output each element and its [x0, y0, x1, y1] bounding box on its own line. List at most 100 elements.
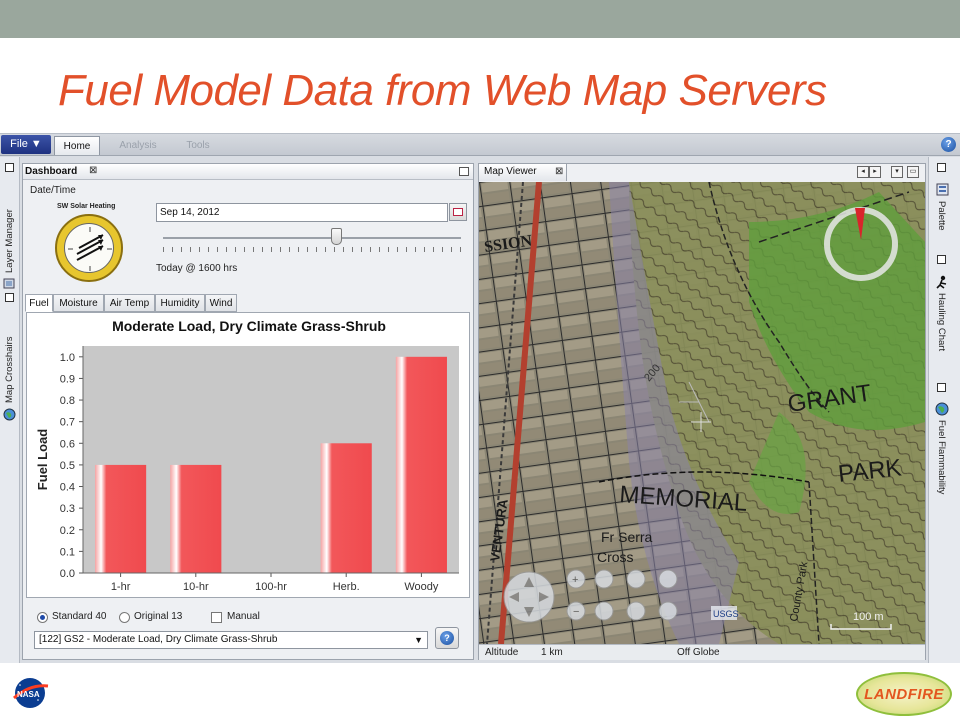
palette-icon	[936, 183, 949, 196]
landfire-logo: LANDFIRE	[856, 672, 952, 716]
slide-header-band	[0, 0, 960, 38]
fuel-model-select[interactable]: [122] GS2 - Moderate Load, Dry Climate G…	[34, 631, 428, 649]
tab-fuel[interactable]: Fuel	[25, 294, 53, 312]
fuel-load-chart: 0.0 0.1 0.2 0.3 0.4 0.5 0.6 0.7 0.8 0.9 1.0 Fuel Lo…	[35, 346, 459, 593]
minimize-icon[interactable]: ▭	[907, 166, 919, 178]
svg-text:+: +	[572, 574, 578, 586]
y-tick-label: 0.9	[60, 373, 75, 385]
y-axis-label: Fuel Load	[35, 429, 50, 490]
y-tick-label: 1.0	[60, 352, 75, 364]
bar-1hr	[95, 464, 147, 573]
globe-icon	[3, 408, 16, 421]
landfire-logo-text: LANDFIRE	[864, 686, 944, 703]
svg-text:−: −	[573, 606, 579, 618]
calendar-icon	[453, 208, 463, 216]
original-13-radio[interactable]	[119, 612, 130, 623]
bar-herb	[320, 443, 372, 573]
bar-woody	[395, 356, 447, 573]
original-13-label: Original 13	[134, 611, 183, 622]
layers-icon	[3, 278, 15, 289]
minimize-icon[interactable]	[459, 167, 469, 176]
manual-checkbox[interactable]	[211, 612, 222, 623]
tab-wind[interactable]: Wind	[205, 294, 237, 312]
map-viewer-tab[interactable]: Map Viewer ⊠	[479, 164, 567, 181]
next-icon[interactable]: ▸	[869, 166, 881, 178]
datetime-label: Date/Time	[30, 185, 76, 196]
left-sidebar: Layer Manager Map Crosshairs	[0, 157, 20, 663]
dashboard-close-icon[interactable]: ⊠	[89, 165, 97, 176]
y-tick-label: 0.2	[60, 525, 75, 537]
map-label-fr-serra: Fr Serra	[601, 529, 653, 545]
x-tick-label: 100-hr	[255, 581, 287, 593]
map-viewer-title: Map Viewer	[484, 166, 537, 177]
tab-moisture[interactable]: Moisture	[53, 294, 104, 312]
topo-map-image: SSION VENTURA GRANT PARK MEMORIAL Fr Ser…	[479, 182, 925, 644]
bar-10hr	[170, 464, 222, 573]
usgs-label: USGS	[713, 609, 739, 619]
globe-status: Off Globe	[677, 647, 720, 658]
prev-icon[interactable]: ◂	[857, 166, 869, 178]
solar-heating-label: SW Solar Heating	[57, 203, 116, 210]
help-icon[interactable]: ?	[941, 137, 956, 152]
y-tick-label: 0.1	[60, 546, 75, 558]
sidebar-item-layer-manager[interactable]: Layer Manager	[4, 209, 15, 273]
map-canvas[interactable]: SSION VENTURA GRANT PARK MEMORIAL Fr Ser…	[479, 182, 925, 644]
chevron-down-icon: ▼	[414, 635, 423, 645]
tab-analysis[interactable]: Analysis	[112, 136, 164, 155]
app-window: File ▼ Home Analysis Tools ? Layer Manag…	[0, 133, 960, 663]
sidebar-item-fuel-flammability[interactable]: Fuel Flammability	[936, 420, 947, 494]
usgs-logo: USGS	[711, 606, 739, 620]
sidebar-item-map-crosshairs[interactable]: Map Crosshairs	[4, 336, 15, 403]
globe-icon	[935, 402, 949, 416]
restore-icon[interactable]	[937, 383, 946, 392]
x-tick-label: 1-hr	[111, 581, 131, 593]
standard-40-radio[interactable]	[37, 612, 48, 623]
restore-icon[interactable]	[5, 293, 14, 302]
map-viewer-close-icon[interactable]: ⊠	[555, 164, 563, 180]
nasa-logo: NASA	[13, 678, 49, 708]
menubar: File ▼ Home Analysis Tools ?	[0, 134, 960, 156]
restore-icon[interactable]	[937, 163, 946, 172]
y-tick-label: 0.3	[60, 503, 75, 515]
altitude-value: 1 km	[541, 647, 563, 658]
right-sidebar: Palette Hauling Chart Fuel Flammability	[928, 157, 960, 663]
time-slider-track[interactable]	[163, 237, 461, 239]
restore-icon[interactable]	[5, 163, 14, 172]
time-slider-thumb[interactable]	[330, 228, 342, 245]
x-tick-label: Herb.	[333, 581, 360, 593]
restore-icon[interactable]	[937, 255, 946, 264]
file-menu-button[interactable]: File ▼	[1, 135, 51, 154]
nasa-logo-text: NASA	[17, 690, 40, 699]
map-label-cross: Cross	[597, 549, 634, 565]
x-tick-label: Woody	[404, 581, 439, 593]
manual-label: Manual	[227, 611, 260, 622]
y-tick-label: 0.4	[60, 482, 75, 494]
tab-tools[interactable]: Tools	[178, 136, 218, 155]
sidebar-item-hauling-chart[interactable]: Hauling Chart	[936, 293, 947, 351]
date-field[interactable]: Sep 14, 2012	[156, 203, 448, 222]
y-tick-label: 0.0	[60, 568, 75, 580]
y-tick-label: 0.7	[60, 417, 75, 429]
slide-title: Fuel Model Data from Web Map Servers	[58, 66, 827, 115]
tab-humidity[interactable]: Humidity	[155, 294, 205, 312]
dashboard-panel: Dashboard ⊠ Date/Time SW Solar Heating S…	[22, 163, 474, 660]
dashboard-header: Dashboard ⊠	[23, 164, 473, 180]
y-tick-label: 0.6	[60, 438, 75, 450]
x-tick-label: 10-hr	[183, 581, 209, 593]
map-viewer-panel: Map Viewer ⊠ ◂ ▸ ▾ ▭ SSION VENTURA GRANT…	[478, 163, 926, 660]
altitude-label: Altitude	[485, 647, 519, 658]
fuel-model-info-button[interactable]: ?	[435, 627, 459, 649]
standard-40-label: Standard 40	[52, 611, 107, 622]
y-tick-label: 0.8	[60, 395, 75, 407]
scale-label: 100 m	[853, 611, 884, 623]
dropdown-icon[interactable]: ▾	[891, 166, 903, 178]
map-status-bar: Altitude 1 km Off Globe	[479, 644, 925, 660]
calendar-button[interactable]	[449, 203, 467, 221]
sidebar-item-palette[interactable]: Palette	[936, 201, 947, 231]
fuel-chart-panel: Moderate Load, Dry Climate Grass-Shrub 0…	[26, 312, 470, 598]
dashboard-title: Dashboard	[25, 166, 78, 177]
tab-home[interactable]: Home	[54, 136, 100, 155]
tab-air-temp[interactable]: Air Temp	[104, 294, 155, 312]
fuel-model-select-value: [122] GS2 - Moderate Load, Dry Climate G…	[39, 634, 278, 645]
time-slider-ticks	[163, 247, 461, 252]
